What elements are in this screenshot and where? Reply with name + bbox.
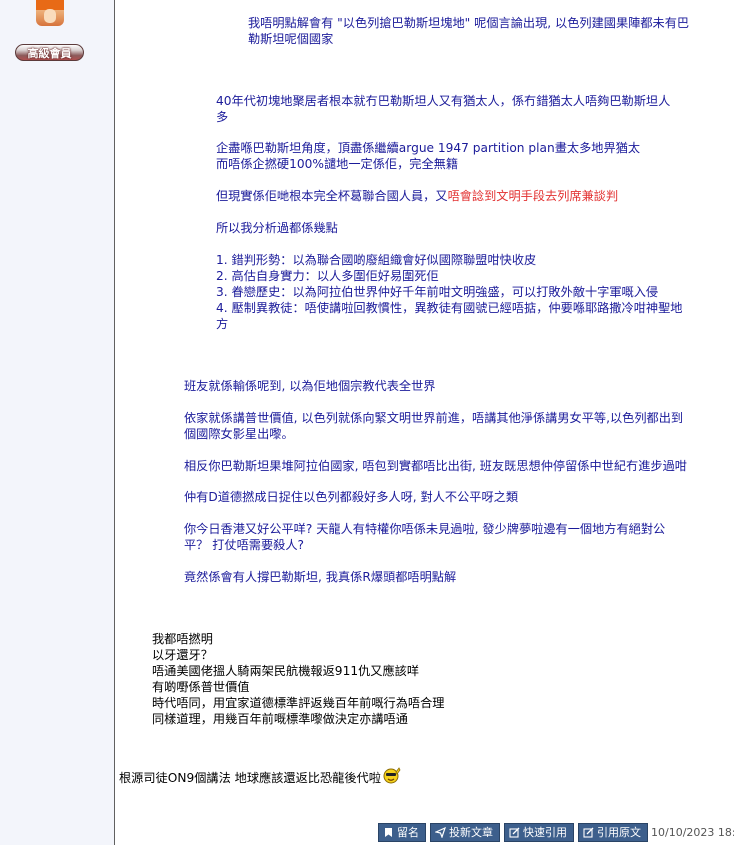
send-icon bbox=[435, 827, 446, 838]
reply-line: 我都唔撚明 bbox=[152, 632, 213, 646]
reply-line: 以牙還牙？ bbox=[152, 648, 213, 662]
user-sidebar: 高級會員 bbox=[0, 0, 115, 845]
quote-original-button[interactable]: 引用原文 bbox=[578, 823, 648, 842]
quote-line: 但現實係佢哋根本完全杯葛聯合國人員，又唔會諗到文明手段去列席兼談判 bbox=[216, 188, 618, 204]
quote-icon bbox=[583, 827, 594, 838]
quote-line: 我唔明點解會有 "以色列搶巴勒斯坦塊地" 呢個言論出現, 以色列建國果陣都未有巴 bbox=[248, 16, 690, 30]
quote-line: 個國際女影星出嚟。 bbox=[184, 427, 294, 441]
reply-line: 時代唔同，用宜家道德標準評返幾百年前嘅行為唔合理 bbox=[152, 696, 445, 710]
quote-line: 而唔係企撚硬100%譴地一定係佢，完全無籍 bbox=[216, 157, 459, 171]
quote-line: 所以我分析過都係幾點 bbox=[216, 221, 338, 235]
reply-line: 有啲嘢係普世價值 bbox=[152, 680, 250, 694]
quick-quote-button[interactable]: 快速引用 bbox=[504, 823, 574, 842]
avatar[interactable] bbox=[36, 0, 64, 26]
post-timestamp: 10/10/2023 18:32 bbox=[651, 826, 734, 839]
button-label: 投新文章 bbox=[449, 826, 493, 839]
new-post-button[interactable]: 投新文章 bbox=[430, 823, 500, 842]
bookmark-icon bbox=[385, 828, 392, 837]
reply-line: 唔通美國佬搵人騎兩架民航機報返911仇又應該咩 bbox=[152, 664, 420, 678]
quote-line: 40年代初塊地聚居者根本就冇巴勒斯坦人又有猶太人，係冇錯猶太人唔夠巴勒斯坦人 bbox=[216, 94, 671, 108]
quote-line: 班友就係輸係呢到, 以為佢地個宗教代表全世界 bbox=[184, 379, 436, 393]
button-label: 留名 bbox=[397, 826, 419, 839]
quote-line: 依家就係講普世價值, 以色列就係向緊文明世界前進，唔講其他淨係講男女平等,以色列… bbox=[184, 411, 684, 425]
quick-quote-icon bbox=[509, 827, 520, 838]
final-line: 根源司徒ON9個講法 地球應該還返比恐龍後代啦 bbox=[119, 766, 401, 786]
final-text: 根源司徒ON9個講法 地球應該還返比恐龍後代啦 bbox=[119, 771, 381, 785]
quote-line: 勒斯坦呢個國家 bbox=[248, 32, 334, 46]
quote-line: 1. 錯判形勢：以為聯合國啲廢組織會好似國際聯盟咁快收皮 bbox=[216, 253, 537, 267]
quote-line: 平？ 打仗唔需要殺人? bbox=[184, 538, 305, 552]
post-action-bar: 留名 投新文章 快速引用 引用原文 bbox=[378, 823, 648, 842]
quote-line: 你今日香港又好公平咩? 天龍人有特權你唔係未見過啦, 發少牌夢啦邊有一個地方有絕… bbox=[184, 522, 666, 536]
quote-line: 企盡喺巴勒斯坦角度，頂盡係繼續argue 1947 partition plan… bbox=[216, 141, 641, 155]
quote-line: 方 bbox=[216, 317, 229, 331]
quote-line: 仲有D道德撚成日捉住以色列都殺好多人呀, 對人不公平呀之類 bbox=[184, 490, 519, 504]
rank-badge: 高級會員 bbox=[15, 44, 84, 61]
quote-line: 竟然係會有人撐巴勒斯坦, 我真係R爆頭都唔明點解 bbox=[184, 570, 457, 584]
quote-line: 多 bbox=[216, 110, 229, 124]
quote-line: 4. 壓制異教徒：唔使講啦回教慣性，異教徒有國號已經唔掂，仲要喺耶路撒冷咁神聖地 bbox=[216, 301, 683, 315]
quote-line: 相反你巴勒斯坦果堆阿拉伯國家, 唔包到實都唔比出街, 班友既思想仲停留係中世紀冇… bbox=[184, 459, 687, 473]
leave-name-button[interactable]: 留名 bbox=[378, 823, 426, 842]
button-label: 快速引用 bbox=[523, 826, 567, 839]
highlighted-text: 唔會諗到文明手段去列席兼談判 bbox=[447, 189, 619, 203]
quote-line: 3. 眷戀歷史：以為阿拉伯世界仲好千年前咁文明強盛，可以打敗外敵十字軍嘅入侵 bbox=[216, 285, 659, 299]
reply-line: 同樣道理，用幾百年前嘅標準嚟做決定亦講唔通 bbox=[152, 712, 408, 726]
quote-text: 但現實係佢哋根本完全杯葛聯合國人員，又 bbox=[216, 189, 448, 203]
quote-line: 2. 高估自身實力：以人多圍佢好易圍死佢 bbox=[216, 269, 439, 283]
smiley-icon bbox=[383, 766, 401, 784]
button-label: 引用原文 bbox=[597, 826, 641, 839]
